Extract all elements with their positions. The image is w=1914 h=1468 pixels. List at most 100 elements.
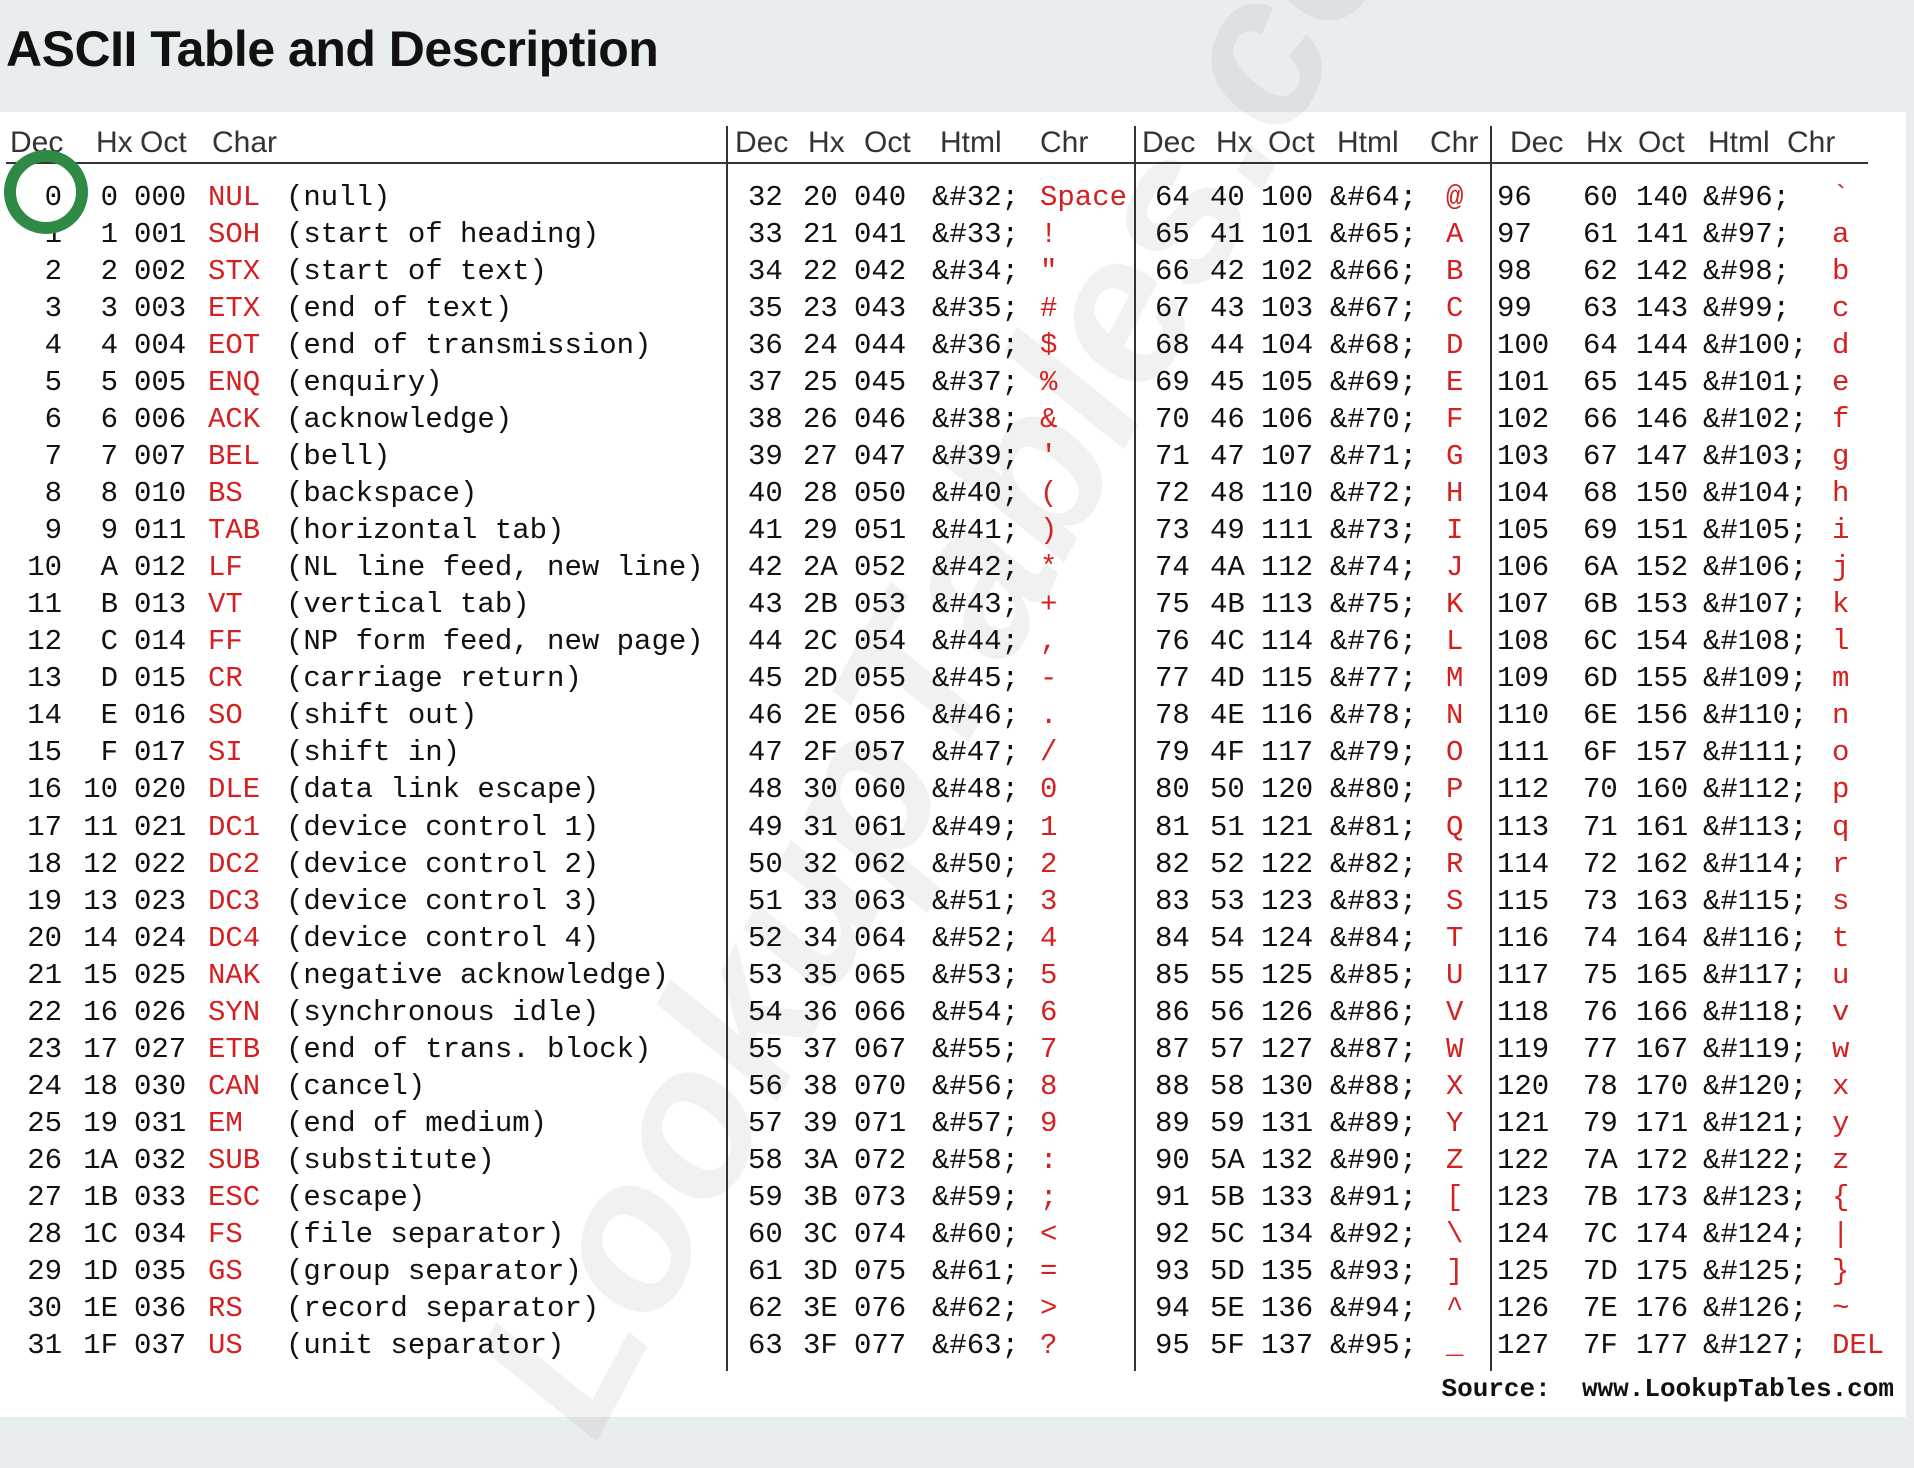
dec-cell: 73 (1155, 514, 1190, 548)
hex-cell: 41 (1210, 218, 1245, 252)
oct-cell: 034 (134, 1217, 187, 1251)
dec-cell: 18 (27, 847, 62, 881)
chr-cell: R (1446, 847, 1464, 881)
oct-cell: 100 (1261, 181, 1314, 214)
hex-cell: C (100, 625, 118, 659)
chr-cell: \ (1446, 1217, 1464, 1251)
oct-cell: 042 (854, 255, 907, 289)
hex-cell: 1 (100, 218, 118, 252)
chr-cell: / (1040, 736, 1058, 770)
html-cell: &#34; (932, 255, 1020, 289)
dec-cell: 54 (748, 995, 783, 1029)
hex-cell: 2B (803, 588, 838, 622)
oct-cell: 054 (854, 625, 907, 659)
hex-cell: 73 (1583, 884, 1618, 918)
html-cell: &#107; (1703, 588, 1808, 622)
hex-cell: 2E (803, 699, 838, 733)
hex-cell: 28 (803, 477, 838, 511)
oct-cell: 162 (1636, 847, 1689, 881)
description-cell: (NL line feed, new line) (286, 551, 704, 585)
oct-cell: 176 (1636, 1291, 1689, 1325)
oct-cell: 073 (854, 1180, 907, 1214)
oct-cell: 077 (854, 1328, 907, 1362)
description-cell: (carriage return) (286, 662, 582, 696)
chr-cell: Space (1040, 181, 1128, 214)
hex-cell: 77 (1583, 1032, 1618, 1066)
dec-cell: 95 (1155, 1328, 1190, 1362)
oct-cell: 152 (1636, 551, 1689, 585)
dec-cell: 124 (1497, 1217, 1550, 1251)
char-cell: BEL (208, 440, 261, 474)
hex-cell: 8 (100, 477, 118, 511)
dec-cell: 83 (1155, 884, 1190, 918)
html-cell: &#104; (1703, 477, 1808, 511)
chr-cell: r (1832, 847, 1850, 881)
dec-cell: 45 (748, 662, 783, 696)
hex-cell: 42 (1210, 255, 1245, 289)
dec-cell: 115 (1497, 884, 1550, 918)
oct-cell: 041 (854, 218, 907, 252)
html-cell: &#45; (932, 662, 1020, 696)
html-cell: &#103; (1703, 440, 1808, 474)
oct-cell: 115 (1261, 662, 1314, 696)
dec-cell: 69 (1155, 366, 1190, 400)
dec-cell: 91 (1155, 1180, 1190, 1214)
oct-cell: 055 (854, 662, 907, 696)
oct-cell: 133 (1261, 1180, 1314, 1214)
chr-cell: ) (1040, 514, 1058, 548)
dec-cell: 39 (748, 440, 783, 474)
dec-cell: 34 (748, 255, 783, 289)
html-cell: &#87; (1330, 1032, 1418, 1066)
oct-cell: 074 (854, 1217, 907, 1251)
hex-cell: 34 (803, 921, 838, 955)
oct-cell: 022 (134, 847, 187, 881)
chr-cell: g (1832, 440, 1850, 474)
chr-cell: 5 (1040, 958, 1058, 992)
chr-cell: ] (1446, 1254, 1464, 1288)
hex-cell: 7F (1583, 1328, 1618, 1362)
dec-cell: 36 (748, 329, 783, 363)
dec-cell: 72 (1155, 477, 1190, 511)
dec-cell: 109 (1497, 662, 1550, 696)
chr-cell: W (1446, 1032, 1464, 1066)
html-cell: &#112; (1703, 773, 1808, 807)
char-cell: US (208, 1328, 243, 1362)
description-cell: (device control 4) (286, 921, 600, 955)
hex-cell: 12 (83, 847, 118, 881)
oct-cell: 104 (1261, 329, 1314, 363)
hex-cell: 3 (100, 292, 118, 326)
oct-cell: 147 (1636, 440, 1689, 474)
dec-cell: 38 (748, 403, 783, 437)
oct-cell: 006 (134, 403, 187, 437)
oct-cell: 062 (854, 847, 907, 881)
dec-cell: 97 (1497, 218, 1532, 252)
chr-cell: { (1832, 1180, 1850, 1214)
oct-cell: 035 (134, 1254, 187, 1288)
html-cell: &#88; (1330, 1069, 1418, 1103)
dec-cell: 103 (1497, 440, 1550, 474)
hex-cell: 10 (83, 773, 118, 807)
hex-cell: 31 (803, 810, 838, 844)
chr-cell: U (1446, 958, 1464, 992)
html-cell: &#84; (1330, 921, 1418, 955)
html-cell: &#50; (932, 847, 1020, 881)
dec-cell: 117 (1497, 958, 1550, 992)
oct-cell: 076 (854, 1291, 907, 1325)
dec-cell: 58 (748, 1143, 783, 1177)
chr-cell: $ (1040, 329, 1058, 363)
oct-cell: 004 (134, 329, 187, 363)
html-cell: &#39; (932, 440, 1020, 474)
hex-cell: 67 (1583, 440, 1618, 474)
description-cell: (file separator) (286, 1217, 565, 1251)
char-cell: SO (208, 699, 243, 733)
hex-cell: 2D (803, 662, 838, 696)
html-cell: &#94; (1330, 1291, 1418, 1325)
hex-cell: 68 (1583, 477, 1618, 511)
hex-cell: 6B (1583, 588, 1618, 622)
dec-cell: 108 (1497, 625, 1550, 659)
chr-cell: B (1446, 255, 1464, 289)
html-cell: &#102; (1703, 403, 1808, 437)
chr-cell: k (1832, 588, 1850, 622)
oct-cell: 066 (854, 995, 907, 1029)
hex-cell: 71 (1583, 810, 1618, 844)
